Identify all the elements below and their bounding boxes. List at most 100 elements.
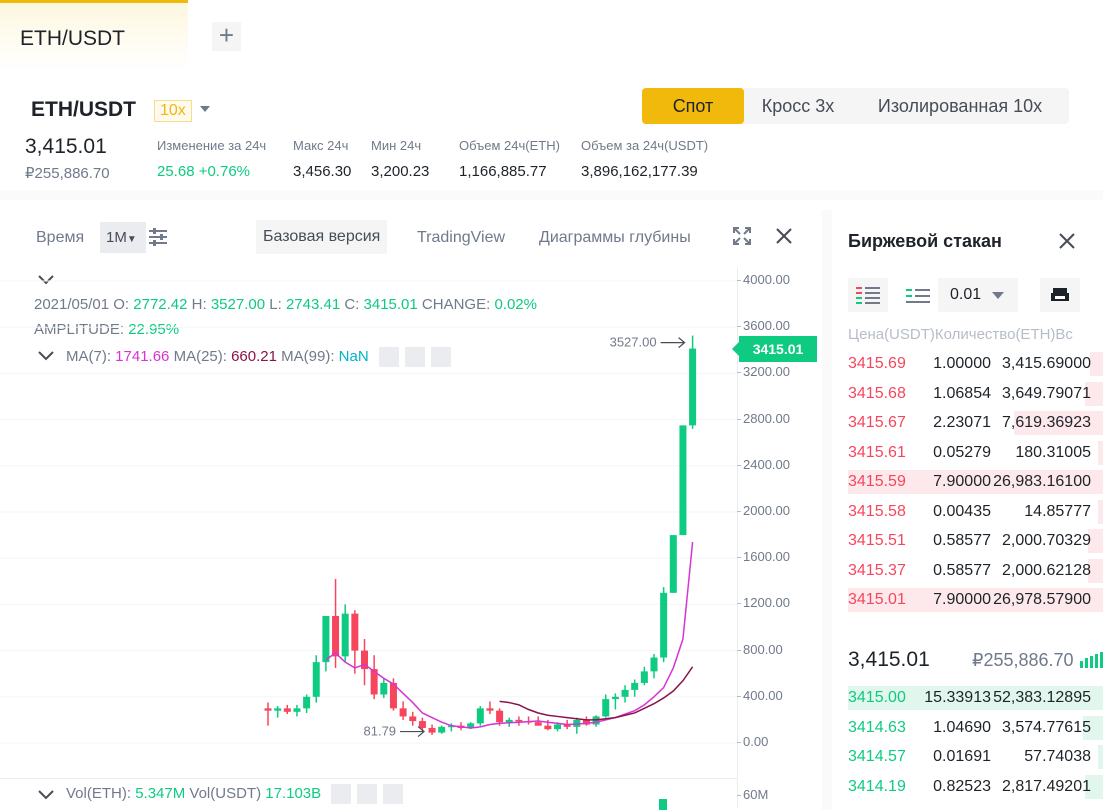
pair-title[interactable]: ETH/USDT [31,98,136,122]
ask-total: 26,983.16100 [993,473,1091,490]
volume-collapse-chevron-icon[interactable] [37,789,55,801]
stat-low-label: Мин 24ч [371,138,422,153]
ask-row[interactable]: 3415.37 0.58577 2,000.62128 [832,556,1103,586]
tab-label: ETH/USDT [20,27,125,50]
ask-row[interactable]: 3415.58 0.00435 14.85777 [832,497,1103,527]
order-book-close-icon[interactable] [1058,232,1076,250]
y-tick-label: 0.00 [736,734,769,749]
ask-row[interactable]: 3415.51 0.58577 2,000.70329 [832,526,1103,556]
chevron-down-icon[interactable] [200,106,210,112]
candle-down [418,721,426,728]
ask-row[interactable]: 3415.61 0.05279 180.31005 [832,438,1103,468]
y-tick-label: 2400.00 [737,456,790,472]
close-icon[interactable] [775,227,793,245]
bids-list: 3415.00 15.33913 52,383.12895 3414.63 1.0469… [832,683,1103,801]
stat-high-label: Макс 24ч [293,138,349,153]
candle-up [380,682,388,695]
precision-select[interactable]: 0.01 [938,278,1018,312]
ask-row[interactable]: 3415.68 1.06854 3,649.79071 [832,379,1103,409]
ask-total: 7,619.36923 [1002,414,1091,431]
candle-up [554,724,561,730]
mode-spot-button[interactable]: Спот [642,88,744,124]
candlestick-chart[interactable]: 3527.00 81.79 [0,210,737,778]
candle-up [303,696,311,709]
tab-bar: ETH/USDT + [0,0,1103,72]
bid-price: 3414.57 [848,748,906,765]
stat-vol-eth-value: 1,166,885.77 [459,163,547,180]
mid-price: 3,415.01 [848,648,930,671]
stat-change-label: Изменение за 24ч [157,138,267,153]
min-price-annotation: 81.79 [364,724,397,739]
candle-down [283,708,291,712]
book-view-bids-icon[interactable] [898,278,938,312]
ask-depth-bar [1090,352,1103,376]
bid-depth-bar [1097,745,1103,769]
vol-settings-icon[interactable] [357,784,378,804]
bid-qty: 1.04690 [933,718,991,736]
ask-qty: 0.05279 [933,443,991,461]
candle-up [679,425,687,536]
ask-qty: 1.00000 [933,355,991,372]
candle-up [602,699,610,717]
bid-total: 52,383.12895 [993,689,1091,706]
mode-isolated-button[interactable]: Изолированная 10x [854,88,1066,124]
volume-legend: Vol(ETH): 5.347M Vol(USDT) 17.103B 60M [0,778,768,810]
ask-row[interactable]: 3415.59 7.90000 26,983.16100 [832,467,1103,497]
mode-cross-button[interactable]: Кросс 3x [748,88,848,124]
candle-up [476,708,484,724]
book-view-both-icon[interactable] [848,278,888,312]
bid-qty: 15.33913 [924,689,991,706]
stat-vol-eth-label: Объем 24ч(ETH) [459,138,560,153]
candle-up [631,682,639,690]
bid-row[interactable]: 3414.63 1.04690 3,574.77615 [832,713,1103,743]
bid-price: 3415.00 [848,689,906,706]
ask-price: 3415.58 [848,502,906,520]
ask-price: 3415.69 [848,355,906,372]
bid-qty: 0.01691 [933,748,991,765]
printer-icon[interactable] [1040,278,1080,312]
ask-total: 3,649.79071 [1002,384,1091,402]
order-book-header: Цена(USDT)Количество(ETH)Вс [848,326,1073,343]
vol-eth-label: Vol(ETH): [66,784,132,802]
max-price-annotation-arrow [660,337,686,349]
leverage-badge: 10x [154,100,192,122]
candle-up [621,689,629,697]
tab-eth-usdt[interactable]: ETH/USDT [0,0,188,72]
vol-eye-icon[interactable] [331,784,352,804]
y-tick-label: 1200.00 [737,595,790,611]
mid-price-rub: ₽255,886.70 [972,650,1074,670]
ask-price: 3415.37 [848,561,906,579]
vol-remove-icon[interactable] [383,784,404,804]
ask-row[interactable]: 3415.69 1.00000 3,415.69000 [832,349,1103,379]
candle-down [332,615,340,657]
ticker-header: ETH/USDT 10x 3,415.01 ₽255,886.70 Измене… [0,72,1103,200]
y-tick-label: 3600.00 [737,318,790,334]
add-tab-button[interactable]: + [212,22,241,51]
ask-qty: 7.90000 [933,591,991,608]
bid-row[interactable]: 3415.00 15.33913 52,383.12895 [832,683,1103,713]
bid-row[interactable]: 3414.19 0.82523 2,817.49201 [832,772,1103,802]
bid-row[interactable]: 3414.57 0.01691 57.74038 [832,742,1103,772]
ask-qty: 0.58577 [933,532,991,549]
ask-price: 3415.67 [848,414,906,431]
y-tick-label: 1600.00 [737,549,790,565]
min-price-annotation-arrow [400,726,425,738]
ask-total: 26,978.57900 [993,591,1091,608]
y-tick-label: 400.00 [737,687,783,703]
ask-row[interactable]: 3415.67 2.23071 7,619.36923 [832,408,1103,438]
volume-tick: 60M [736,787,769,802]
bid-total: 57.74038 [1024,748,1091,765]
ask-price: 3415.59 [848,473,906,490]
ma25-line [499,666,694,721]
y-tick-label: 4000.00 [737,272,790,287]
candle-up [689,348,697,426]
ask-total: 2,000.62128 [1002,561,1091,579]
candle-up [312,662,320,697]
candle-up [322,615,330,663]
last-price-rub: ₽255,886.70 [25,165,110,182]
ma7-line [325,541,694,729]
candle-up [669,535,677,593]
bid-total: 3,574.77615 [1002,718,1091,736]
candle-up [274,708,282,711]
ask-row[interactable]: 3415.01 7.90000 26,978.57900 [832,585,1103,615]
